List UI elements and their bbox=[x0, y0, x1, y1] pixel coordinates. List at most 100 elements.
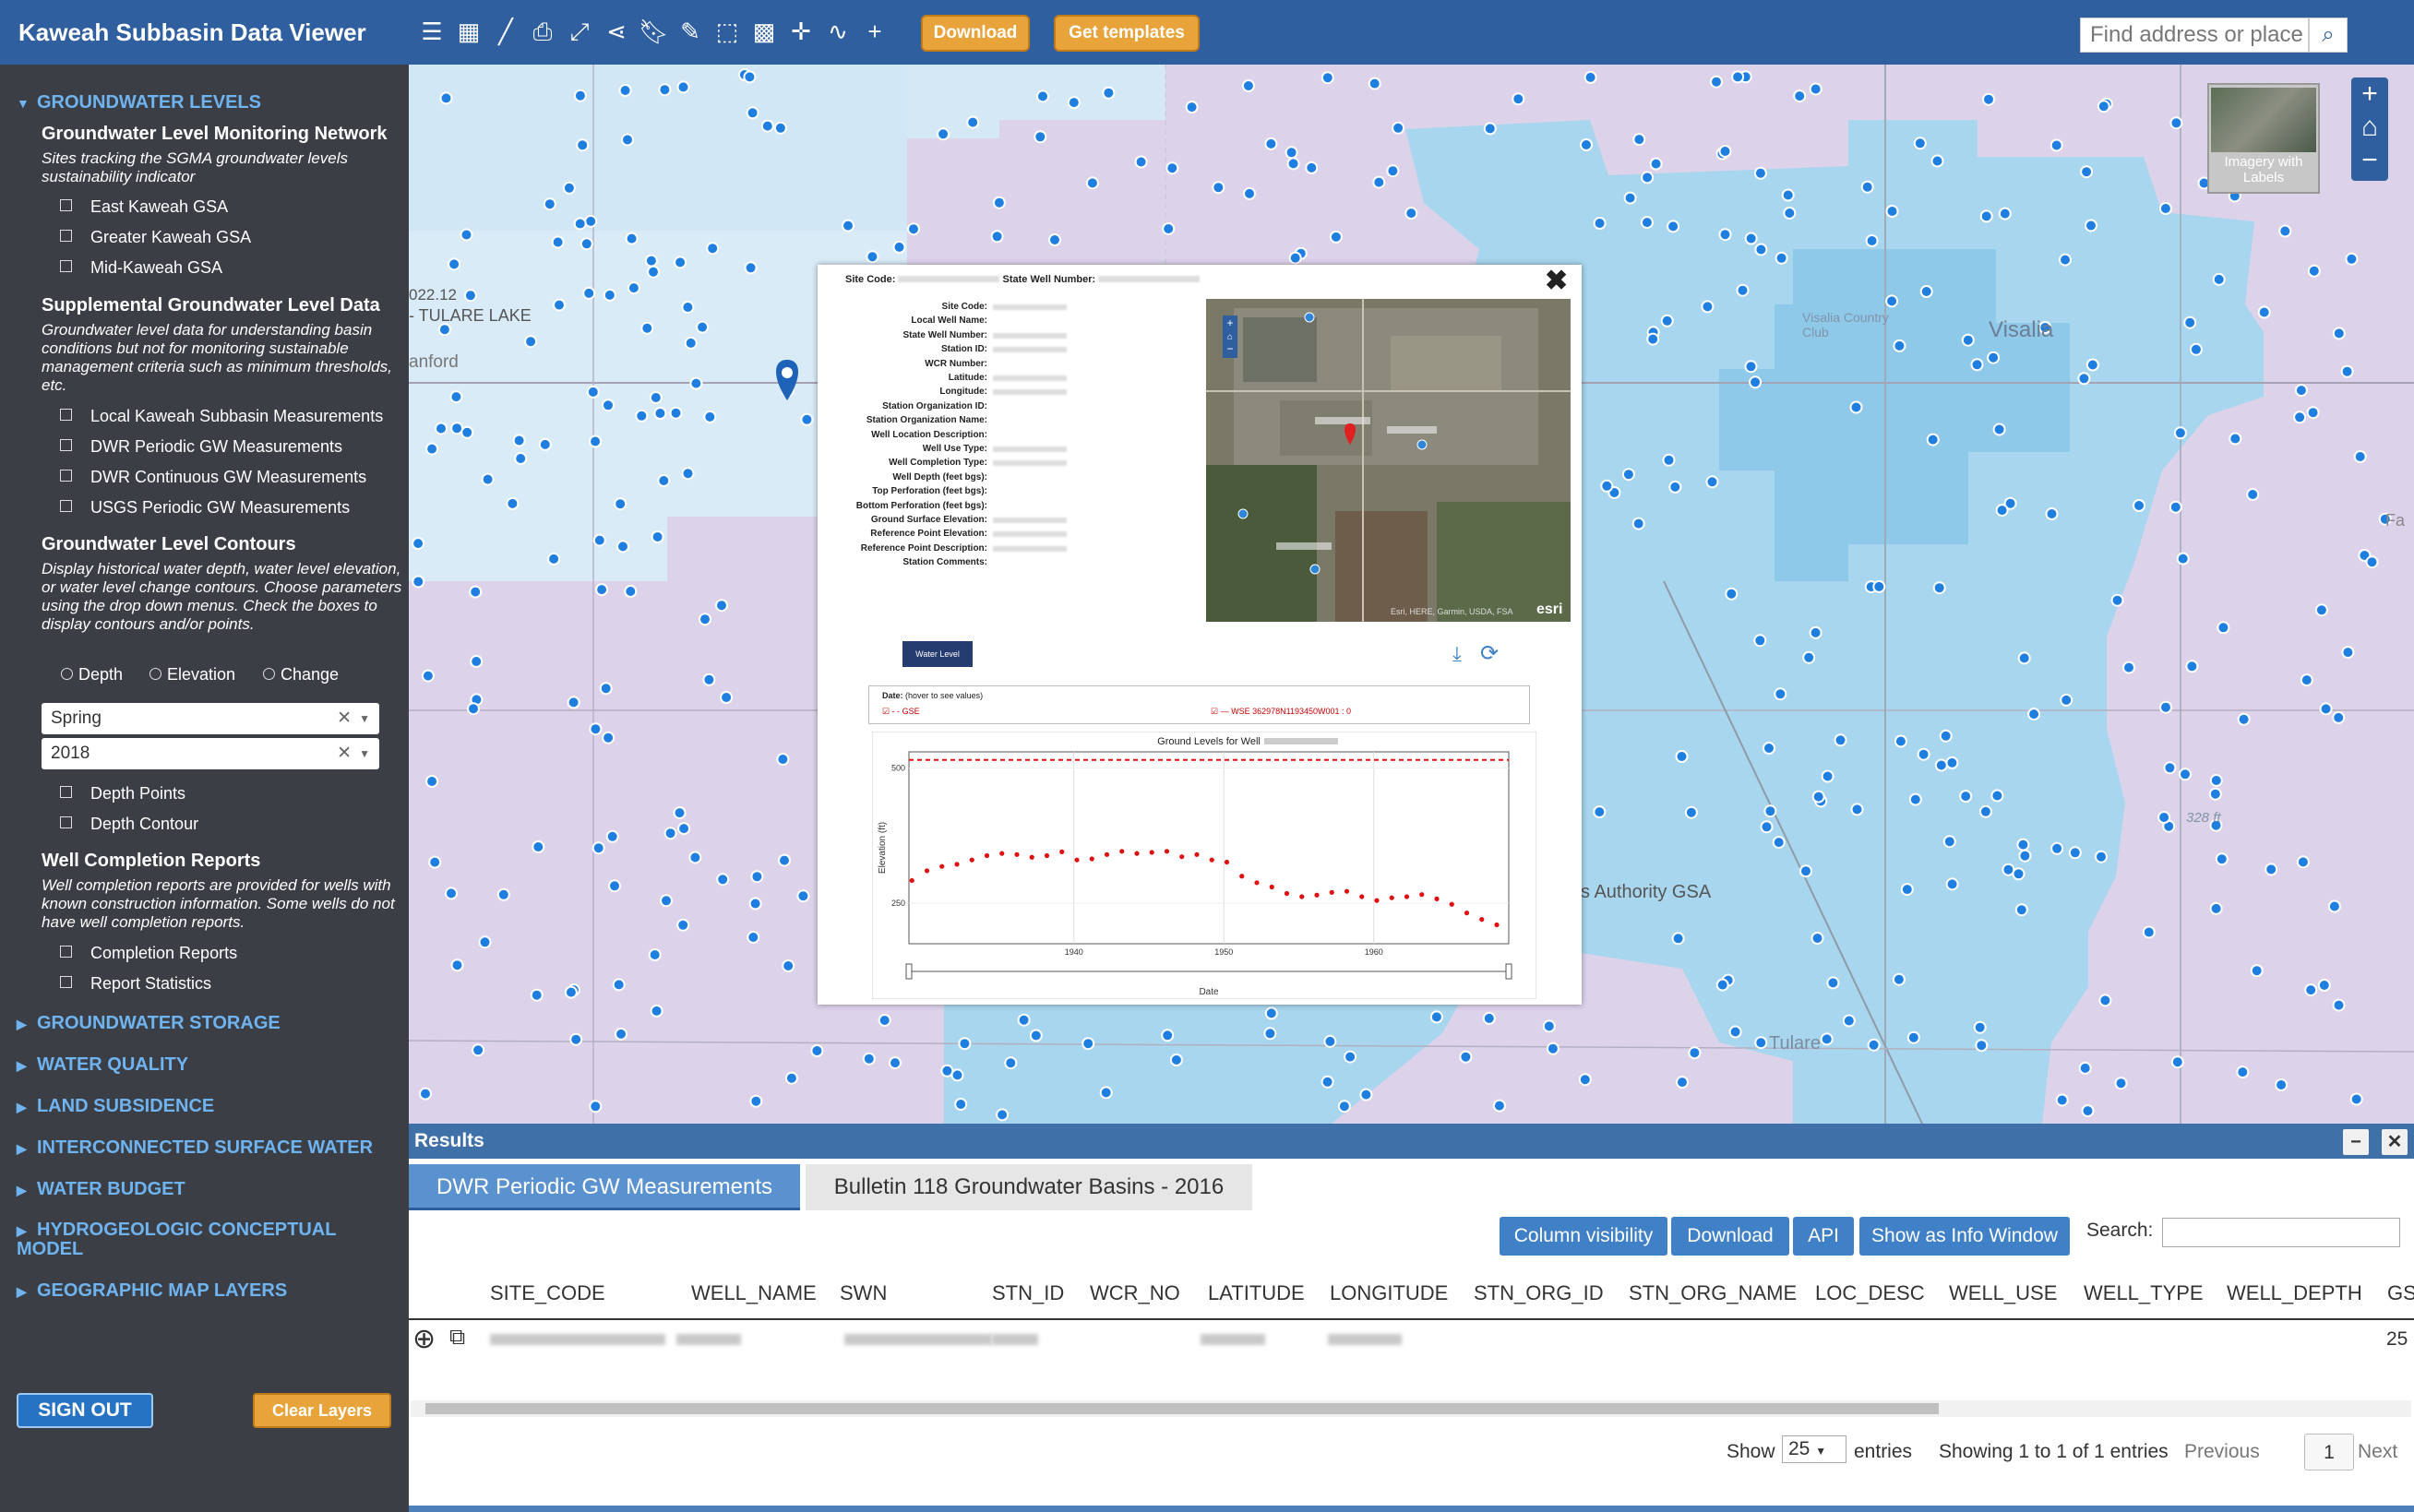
well-point[interactable] bbox=[644, 254, 658, 268]
well-point[interactable] bbox=[1321, 1075, 1334, 1089]
well-point[interactable] bbox=[1621, 468, 1635, 482]
well-point[interactable] bbox=[1161, 1029, 1175, 1042]
checkbox-dwr-continuous[interactable]: DWR Continuous GW Measurements bbox=[60, 468, 366, 487]
search-icon[interactable]: ⌕ bbox=[2309, 18, 2348, 53]
well-point[interactable] bbox=[1102, 86, 1116, 100]
section-interconnected-surface-water[interactable]: ▶ INTERCONNECTED SURFACE WATER bbox=[17, 1137, 373, 1159]
well-point[interactable] bbox=[743, 70, 757, 84]
well-point[interactable] bbox=[1583, 70, 1597, 84]
well-point[interactable] bbox=[702, 673, 716, 686]
print-icon[interactable]: ⎙ bbox=[528, 17, 557, 46]
well-point[interactable] bbox=[1850, 803, 1864, 816]
well-point[interactable] bbox=[1483, 122, 1497, 136]
horizontal-scrollbar[interactable] bbox=[411, 1400, 2411, 1417]
plus-icon[interactable]: + bbox=[860, 17, 890, 46]
well-point[interactable] bbox=[2110, 593, 2124, 607]
well-point[interactable] bbox=[703, 410, 717, 423]
well-point[interactable] bbox=[2217, 621, 2230, 635]
well-point[interactable] bbox=[2159, 700, 2172, 714]
column-header[interactable]: SWN bbox=[840, 1281, 887, 1305]
crosshair-icon[interactable]: ✛ bbox=[786, 17, 816, 46]
well-point[interactable] bbox=[1900, 883, 1914, 897]
well-point[interactable] bbox=[2085, 219, 2097, 232]
well-point[interactable] bbox=[1725, 587, 1739, 601]
well-point[interactable] bbox=[1459, 1050, 1473, 1064]
zoom-out-button[interactable]: − bbox=[2351, 144, 2388, 177]
well-point[interactable] bbox=[1894, 734, 1907, 748]
well-point[interactable] bbox=[463, 289, 477, 303]
well-point[interactable] bbox=[778, 853, 791, 867]
well-point[interactable] bbox=[1753, 634, 1767, 648]
well-point[interactable] bbox=[992, 196, 1006, 209]
well-point[interactable] bbox=[676, 918, 690, 932]
well-point[interactable] bbox=[1386, 164, 1400, 178]
well-point[interactable] bbox=[2229, 432, 2242, 446]
well-point[interactable] bbox=[567, 696, 580, 709]
well-point[interactable] bbox=[437, 323, 451, 337]
well-point[interactable] bbox=[1744, 360, 1758, 374]
well-point[interactable] bbox=[1344, 1050, 1357, 1064]
well-point[interactable] bbox=[1482, 1011, 1496, 1025]
well-point[interactable] bbox=[478, 935, 492, 949]
well-point[interactable] bbox=[2215, 852, 2229, 866]
well-point[interactable] bbox=[481, 472, 495, 486]
well-point[interactable] bbox=[467, 702, 480, 716]
well-point[interactable] bbox=[866, 250, 879, 264]
share-icon[interactable]: ⋖ bbox=[602, 17, 631, 46]
well-point[interactable] bbox=[2012, 867, 2026, 881]
well-point[interactable] bbox=[618, 84, 632, 97]
well-point[interactable] bbox=[1241, 79, 1255, 92]
column-header[interactable]: GS bbox=[2387, 1281, 2414, 1305]
well-point[interactable] bbox=[2293, 411, 2307, 424]
well-point[interactable] bbox=[2050, 841, 2064, 855]
well-point[interactable] bbox=[2246, 488, 2260, 501]
well-point[interactable] bbox=[2208, 787, 2222, 801]
well-point[interactable] bbox=[1775, 251, 1788, 265]
well-point[interactable] bbox=[1243, 186, 1256, 200]
well-point[interactable] bbox=[1580, 138, 1593, 151]
well-point[interactable] bbox=[2017, 651, 2031, 665]
well-point[interactable] bbox=[2185, 660, 2199, 673]
table-row[interactable] bbox=[490, 1334, 665, 1345]
well-point[interactable] bbox=[2045, 507, 2059, 520]
well-point[interactable] bbox=[543, 197, 556, 211]
well-point[interactable] bbox=[1288, 251, 1302, 265]
list-icon[interactable]: ☰ bbox=[417, 17, 447, 46]
well-point[interactable] bbox=[684, 336, 698, 350]
well-point[interactable] bbox=[2209, 774, 2223, 787]
well-point[interactable] bbox=[907, 222, 920, 236]
well-point[interactable] bbox=[640, 321, 654, 335]
well-point[interactable] bbox=[425, 442, 439, 456]
well-point[interactable] bbox=[595, 583, 609, 597]
well-point[interactable] bbox=[1649, 157, 1663, 171]
well-point[interactable] bbox=[564, 985, 578, 999]
well-point[interactable] bbox=[512, 434, 526, 447]
well-point[interactable] bbox=[1404, 207, 1418, 220]
well-point[interactable] bbox=[448, 257, 461, 271]
checkbox-depth-points[interactable]: Depth Points bbox=[60, 784, 185, 804]
well-point[interactable] bbox=[1165, 161, 1179, 175]
well-point[interactable] bbox=[1169, 1054, 1183, 1066]
well-point[interactable] bbox=[1987, 351, 2001, 364]
grid-icon[interactable]: ▦ bbox=[454, 17, 484, 46]
well-point[interactable] bbox=[776, 753, 790, 766]
well-point[interactable] bbox=[2341, 646, 2355, 660]
well-point[interactable] bbox=[2306, 406, 2320, 420]
show-info-window-button[interactable]: Show as Info Window bbox=[1859, 1217, 2070, 1256]
well-point[interactable] bbox=[1930, 154, 1944, 168]
well-point[interactable] bbox=[2332, 998, 2346, 1012]
well-point[interactable] bbox=[990, 230, 1004, 244]
well-point[interactable] bbox=[1959, 790, 1973, 804]
well-point[interactable] bbox=[1036, 89, 1049, 103]
well-point[interactable] bbox=[412, 537, 425, 551]
well-point[interactable] bbox=[412, 575, 425, 589]
well-point[interactable] bbox=[689, 376, 703, 390]
well-point[interactable] bbox=[1893, 339, 1906, 352]
well-point[interactable] bbox=[2016, 838, 2030, 851]
well-point[interactable] bbox=[2237, 712, 2251, 726]
select-row-icon[interactable]: ⧉ bbox=[449, 1325, 465, 1351]
well-point[interactable] bbox=[428, 855, 442, 869]
well-point[interactable] bbox=[1763, 742, 1775, 755]
well-point[interactable] bbox=[1774, 687, 1787, 701]
section-water-budget[interactable]: ▶ WATER BUDGET bbox=[17, 1179, 185, 1200]
